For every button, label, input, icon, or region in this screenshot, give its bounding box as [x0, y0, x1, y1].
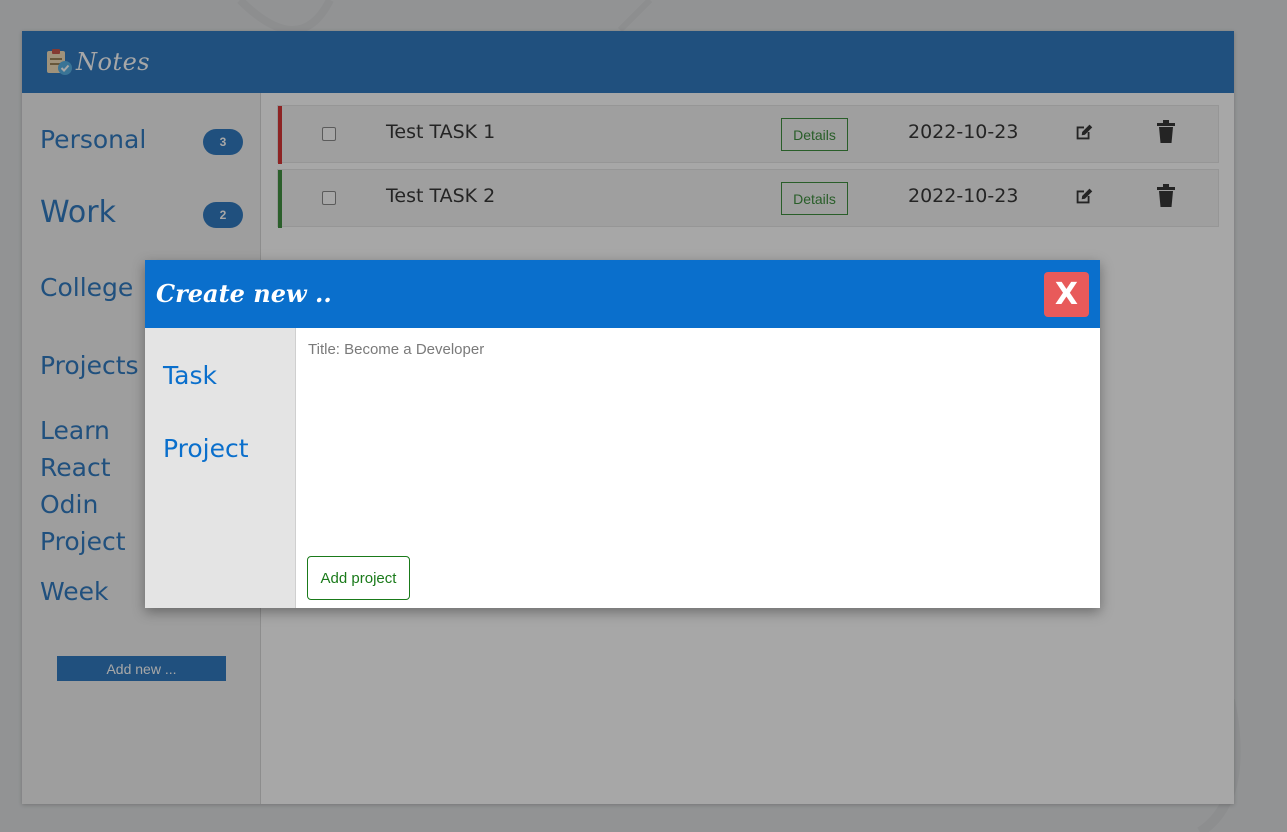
modal-title: Create new .. [156, 279, 332, 308]
modal-body: Add project [296, 328, 1100, 608]
modal-header: Create new .. X [145, 260, 1100, 328]
modal-nav: Task Project [145, 328, 296, 608]
title-input[interactable] [308, 338, 1068, 360]
create-new-modal: Create new .. X Task Project Add project [145, 260, 1100, 608]
modal-nav-project[interactable]: Project [163, 434, 249, 463]
modal-nav-task[interactable]: Task [163, 361, 217, 390]
add-project-button[interactable]: Add project [307, 556, 410, 600]
close-button[interactable]: X [1044, 272, 1089, 317]
